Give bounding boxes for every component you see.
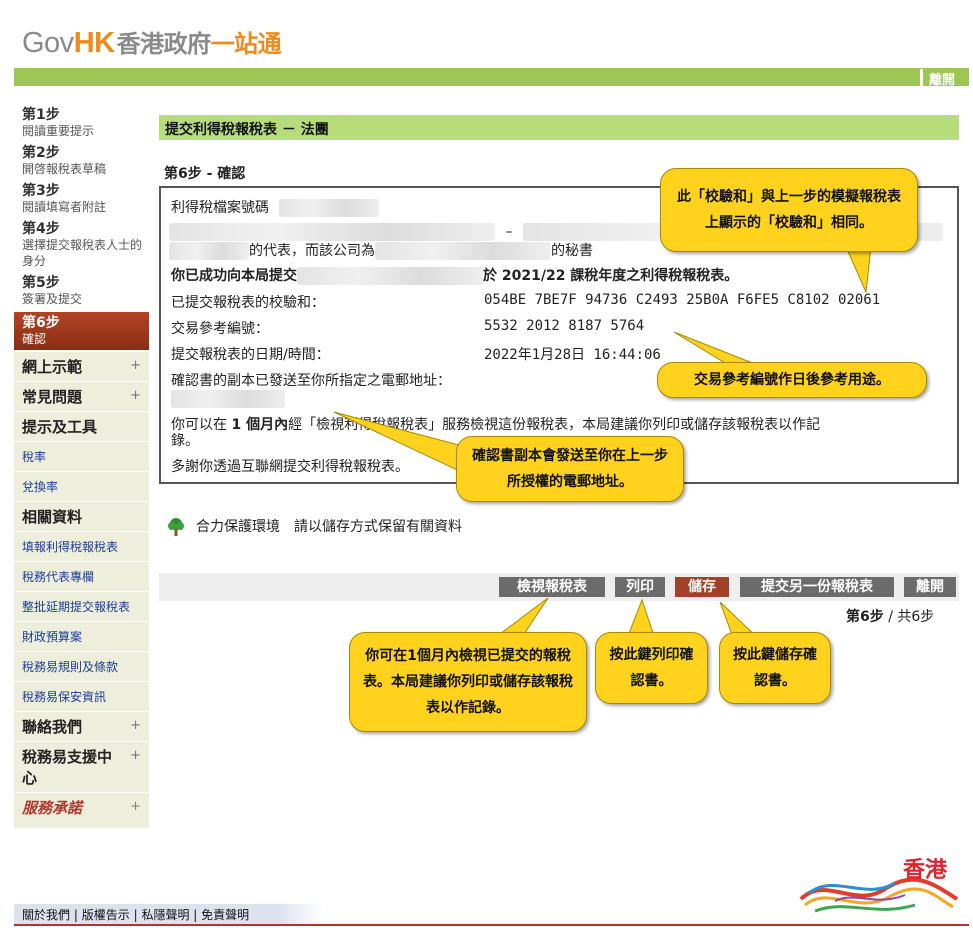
footer-separator: | <box>133 908 138 922</box>
brand-text: 香港 <box>903 858 948 883</box>
footer-copyright-link[interactable]: 版權告示 <box>82 908 130 922</box>
footer-privacy-link[interactable]: 私隱聲明 <box>141 908 189 922</box>
email-callout: 確認書副本會發送至你在上一步所授權的電郵地址。 <box>456 436 684 502</box>
brand-hong-kong-logo[interactable]: 香港 <box>795 855 965 923</box>
footer-links: 關於我們 | 版權告示 | 私隱聲明 | 免責聲明 <box>14 904 324 924</box>
save-callout: 按此鍵儲存確認書。 <box>719 632 831 704</box>
print-callout: 按此鍵列印確認書。 <box>595 632 708 704</box>
checksum-callout: 此「校驗和」與上一步的模擬報稅表上顯示的「校驗和」相同。 <box>660 168 918 252</box>
dragon-brand-icon: 香港 <box>799 858 959 913</box>
footer-divider <box>14 924 969 926</box>
footer-about-link[interactable]: 關於我們 <box>22 908 70 922</box>
footer-separator: | <box>73 908 78 922</box>
footer-separator: | <box>193 908 198 922</box>
txn-ref-callout: 交易參考編號作日後參考用途。 <box>657 362 927 398</box>
footer-disclaimer-link[interactable]: 免責聲明 <box>201 908 249 922</box>
view-callout: 你可在1個月內檢視已提交的報稅表。本局建議你列印或儲存該報稅表以作記錄。 <box>349 632 587 732</box>
